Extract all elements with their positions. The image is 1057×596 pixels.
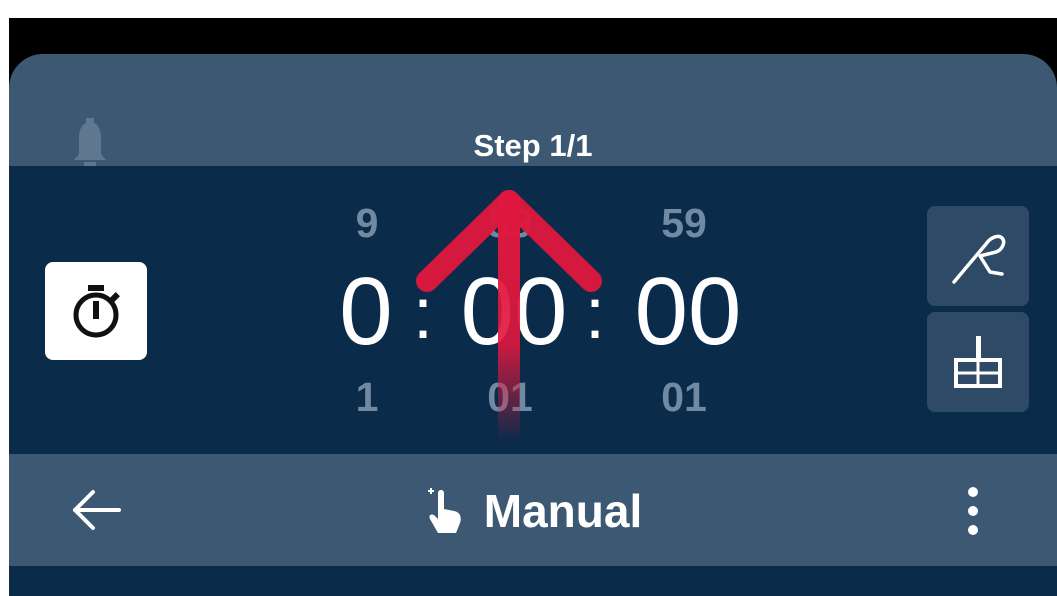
step-title: Step 1/1 [473,128,593,163]
tray-button[interactable] [927,312,1029,412]
hours-next-value: 1 [355,374,379,420]
stopwatch-icon [73,285,120,338]
timer-area: 9 0 1 : 59 00 01 : 59 00 01 [9,166,1057,454]
stopwatch-button[interactable] [45,262,147,360]
time-separator: : [413,274,434,354]
more-vert-icon[interactable] [961,484,985,538]
mode-label: Manual [483,485,643,537]
tray-icon [954,336,1002,388]
probe-icon [952,234,1006,284]
hand-touch-icon [427,488,461,533]
core-probe-button[interactable] [927,206,1029,306]
step-header: Step 1/1 [9,54,1057,184]
time-separator: : [585,274,606,354]
content-area [9,566,1057,596]
minutes-next-value: 01 [487,374,533,420]
minutes-prev-value: 59 [487,200,533,246]
oven-control-panel: Step 1/1 9 0 1 : 59 00 01 : 59 00 01 Man… [9,18,1057,596]
hours-prev-value: 9 [355,200,379,246]
minutes-value[interactable]: 00 [449,264,579,360]
mode-bar: Manual [9,454,1057,566]
seconds-value[interactable]: 00 [623,264,753,360]
seconds-prev-value: 59 [661,200,707,246]
hours-value[interactable]: 0 [331,264,401,360]
mode-selector[interactable]: Manual [9,484,1057,538]
seconds-next-value: 01 [661,374,707,420]
